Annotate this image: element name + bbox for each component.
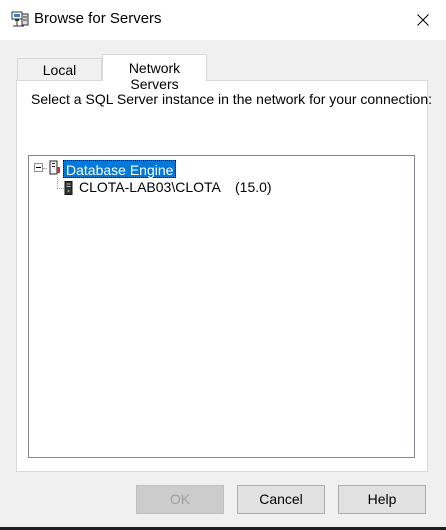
ok-button[interactable]: OK — [136, 485, 224, 514]
cancel-button[interactable]: Cancel — [237, 485, 325, 514]
help-button[interactable]: Help — [338, 485, 426, 514]
tree-node-server[interactable]: CLOTA-LAB03\CLOTA — [79, 179, 221, 195]
tree-connector — [57, 188, 64, 189]
title-bar: Browse for Servers — [0, 0, 446, 40]
server-version: (15.0) — [235, 179, 272, 195]
collapse-toggle[interactable] — [34, 163, 43, 172]
instruction-text: Select a SQL Server instance in the netw… — [31, 91, 433, 107]
server-tree[interactable] — [28, 155, 415, 458]
tab-network-servers[interactable]: Network Servers — [102, 54, 207, 92]
tree-connector — [57, 177, 58, 188]
close-icon — [417, 14, 429, 26]
tab-local-servers[interactable]: Local Servers — [17, 58, 102, 94]
database-engine-icon — [49, 160, 60, 175]
close-button[interactable] — [400, 0, 446, 40]
server-icon — [64, 181, 73, 195]
tree-node-database-engine[interactable]: Database Engine — [63, 160, 177, 178]
window-title: Browse for Servers — [34, 10, 162, 27]
server-browse-icon — [11, 11, 29, 27]
